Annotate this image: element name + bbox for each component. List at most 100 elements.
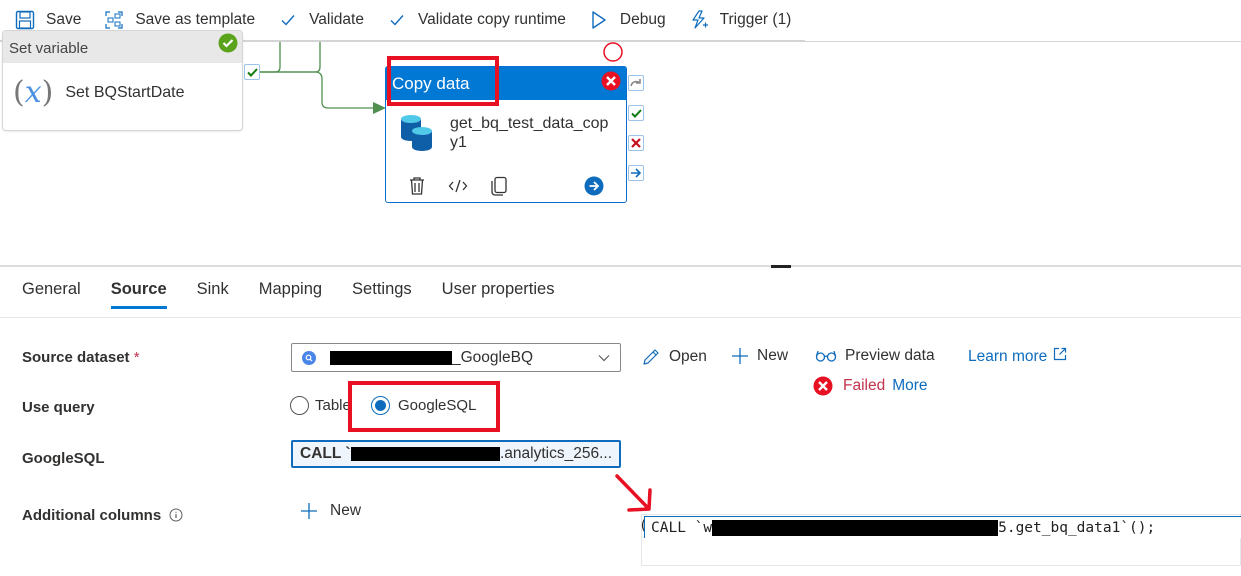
set-variable-activity[interactable]: Set variable (x) Set BQStartDate — [2, 30, 243, 131]
tab-general[interactable]: General — [22, 280, 81, 309]
skip-output-handle[interactable] — [628, 75, 644, 91]
success-icon — [218, 33, 238, 57]
error-icon — [601, 71, 621, 96]
validate-label: Validate — [309, 11, 364, 28]
google-bigquery-icon — [302, 350, 316, 365]
validate-copy-runtime-label: Validate copy runtime — [417, 11, 566, 28]
on-completion-output-handle[interactable] — [628, 165, 644, 181]
on-failure-output-handle[interactable] — [628, 135, 644, 151]
info-icon[interactable] — [169, 508, 183, 522]
clone-icon[interactable] — [490, 176, 508, 196]
use-query-label: Use query — [22, 399, 95, 416]
learn-more-link[interactable]: Learn more — [968, 347, 1067, 366]
checkmark-icon — [630, 108, 642, 118]
query-suffix: .analytics_256... — [499, 445, 612, 462]
checkmark-icon — [386, 9, 408, 31]
plus-icon — [300, 502, 318, 520]
trigger-label: Trigger (1) — [719, 11, 792, 28]
canvas-divider — [805, 41, 1241, 42]
skip-arrow-icon — [630, 79, 641, 87]
open-dataset-button[interactable]: Open — [641, 347, 707, 367]
output-port-circle-icon — [603, 42, 623, 62]
play-icon — [588, 9, 610, 31]
debug-button[interactable]: Debug — [588, 9, 666, 31]
additional-columns-label-text: Additional columns — [22, 507, 162, 524]
on-success-output-handle[interactable] — [244, 64, 260, 80]
plus-icon — [731, 347, 749, 365]
variable-icon: (x) — [13, 75, 54, 110]
preview-data-label: Preview data — [845, 347, 935, 364]
required-marker: * — [133, 349, 140, 366]
save-icon — [14, 9, 36, 31]
radio-label-table: Table — [315, 397, 351, 414]
close-icon — [631, 138, 641, 148]
lightning-add-icon — [688, 9, 710, 31]
annotation-highlight-copy-data — [387, 56, 499, 106]
checkmark-icon — [277, 9, 299, 31]
add-column-button[interactable]: New — [300, 502, 361, 520]
save-as-template-label: Save as template — [135, 11, 256, 28]
redacted-text — [330, 350, 452, 365]
glasses-icon — [815, 349, 837, 363]
googlesql-label: GoogleSQL — [22, 450, 105, 467]
panel-splitter[interactable] — [0, 265, 1241, 267]
source-dataset-label-text: Source dataset — [22, 349, 130, 366]
radio-unselected[interactable] — [290, 396, 309, 415]
chevron-down-icon — [598, 351, 610, 365]
save-button[interactable]: Save — [14, 9, 81, 31]
pipeline-connector — [258, 42, 386, 114]
more-details-link[interactable]: More — [892, 377, 927, 395]
arrow-right-icon — [631, 168, 642, 178]
activity-name: Set BQStartDate — [65, 83, 185, 101]
pencil-icon — [641, 347, 661, 367]
new-label: New — [757, 347, 789, 364]
external-link-icon — [1053, 347, 1067, 366]
query-prefix: CALL ` — [300, 445, 351, 462]
debug-label: Debug — [619, 11, 666, 28]
tab-sink[interactable]: Sink — [197, 280, 229, 309]
annotation-arrow-icon — [615, 474, 652, 512]
template-icon — [103, 9, 125, 31]
redacted-text — [712, 520, 999, 536]
dataset-name-suffix: _GoogleBQ — [452, 348, 533, 366]
query-editor-line[interactable]: CALL `w 5.get_bq_data1`(); — [644, 516, 1241, 538]
tab-source[interactable]: Source — [110, 280, 167, 309]
open-label: Open — [669, 348, 707, 365]
open-activity-arrow-icon[interactable] — [584, 176, 604, 196]
new-dataset-button[interactable]: New — [731, 347, 788, 365]
tab-mapping[interactable]: Mapping — [259, 280, 322, 309]
code-end: 5.get_bq_data1`(); — [998, 520, 1156, 536]
set-variable-header: Set variable — [3, 31, 242, 63]
failed-status-text: Failed — [843, 377, 886, 394]
database-icon — [400, 114, 434, 157]
tabs-divider — [0, 317, 1241, 318]
learn-more-label: Learn more — [968, 347, 1048, 365]
tab-user-properties[interactable]: User properties — [442, 280, 555, 309]
trigger-button[interactable]: Trigger (1) — [688, 9, 792, 31]
validate-copy-runtime-button[interactable]: Validate copy runtime — [386, 9, 566, 31]
code-start: CALL `w — [651, 520, 713, 536]
googlesql-query-input[interactable]: CALL ` .analytics_256... — [291, 440, 621, 468]
preview-status: Failed More — [813, 376, 928, 396]
splitter-handle[interactable] — [771, 265, 791, 268]
source-dataset-label: Source dataset * — [22, 349, 140, 366]
activity-name: get_bq_test_data_copy1 — [450, 115, 609, 151]
activity-type-label: Set variable — [9, 40, 89, 57]
redacted-text — [350, 447, 500, 461]
error-icon — [813, 376, 833, 396]
delete-icon[interactable] — [408, 176, 426, 196]
code-icon[interactable] — [448, 178, 468, 194]
source-dataset-select[interactable]: _GoogleBQ — [291, 343, 621, 372]
add-column-label: New — [330, 502, 362, 519]
additional-columns-label: Additional columns — [22, 507, 183, 524]
properties-tabs: General Source Sink Mapping Settings Use… — [22, 280, 584, 309]
use-query-table-radio[interactable]: Table — [290, 396, 351, 415]
preview-data-button[interactable]: Preview data — [815, 347, 935, 365]
save-label: Save — [46, 11, 82, 28]
checkmark-icon — [246, 67, 258, 77]
validate-button[interactable]: Validate — [277, 9, 364, 31]
annotation-highlight-googlesql — [348, 381, 500, 432]
save-as-template-button[interactable]: Save as template — [103, 9, 255, 31]
tab-settings[interactable]: Settings — [352, 280, 412, 309]
on-success-output-handle[interactable] — [628, 105, 644, 121]
